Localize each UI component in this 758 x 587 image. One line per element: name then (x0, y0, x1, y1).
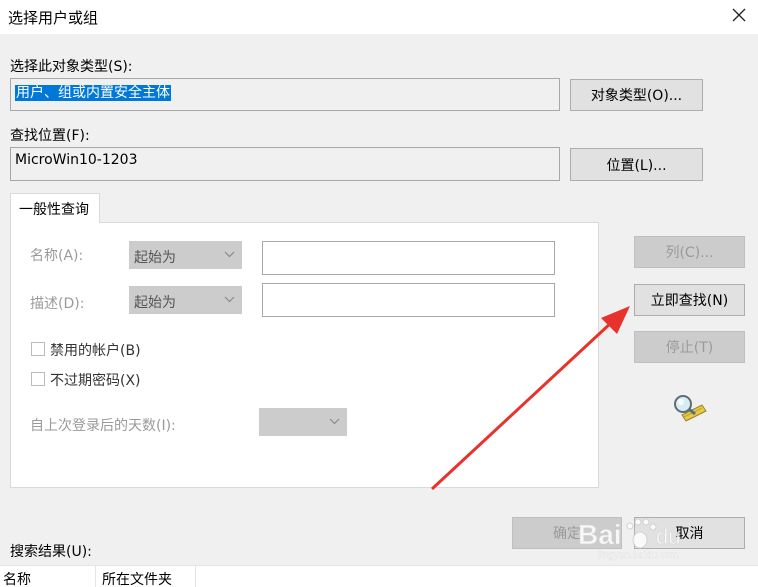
columns-button[interactable]: 列(C)... (634, 236, 745, 268)
name-label: 名称(A): (30, 248, 84, 264)
locations-button-label: 位置(L)... (606, 157, 667, 174)
description-label: 描述(D): (30, 296, 85, 312)
object-type-field[interactable]: 用户、组或内置安全主体 (10, 78, 560, 111)
name-mode-value: 起始为 (134, 250, 176, 266)
column-header-name[interactable]: 名称 (3, 569, 31, 587)
location-value: MicroWin10-1203 (15, 152, 138, 168)
locations-button[interactable]: 位置(L)... (570, 148, 703, 181)
find-now-button-label: 立即查找(N) (650, 293, 729, 309)
column-divider[interactable] (195, 566, 196, 587)
days-since-logon-label: 自上次登录后的天数(I): (30, 418, 176, 434)
columns-button-label: 列(C)... (665, 245, 714, 261)
non-expiring-password-label: 不过期密码(X) (50, 373, 141, 389)
tab-common-queries-label: 一般性查询 (19, 202, 89, 218)
search-people-icon (674, 395, 707, 422)
disabled-accounts-checkbox[interactable] (31, 342, 45, 356)
object-type-label: 选择此对象类型(S): (10, 59, 133, 75)
results-table-header: 名称 所在文件夹 (0, 565, 758, 587)
chevron-down-icon (329, 418, 340, 425)
location-label: 查找位置(F): (10, 128, 90, 144)
chevron-down-icon (224, 251, 235, 258)
find-now-button[interactable]: 立即查找(N) (634, 284, 745, 316)
chevron-down-icon (224, 296, 235, 303)
object-types-button-label: 对象类型(O)... (590, 88, 683, 104)
stop-button[interactable]: 停止(T) (634, 331, 745, 363)
name-mode-select[interactable]: 起始为 (129, 241, 242, 269)
watermark-brand: Bai (578, 519, 622, 550)
stop-button-label: 停止(T) (665, 340, 714, 356)
tab-common-queries[interactable]: 一般性查询 (10, 193, 100, 223)
title-bar: 选择用户或组 (0, 0, 758, 34)
description-mode-select[interactable]: 起始为 (129, 286, 242, 314)
column-divider[interactable] (95, 566, 96, 587)
description-mode-value: 起始为 (134, 295, 176, 311)
baidu-watermark: Bai du jingyan.baidu.com (578, 512, 718, 566)
close-button[interactable] (724, 0, 754, 30)
object-types-button[interactable]: 对象类型(O)... (570, 79, 703, 111)
days-since-logon-select[interactable] (259, 408, 347, 436)
watermark-brand-cn: du (656, 524, 680, 549)
baidu-paw-logo: Bai du jingyan.baidu.com (578, 518, 681, 561)
description-input[interactable] (262, 283, 555, 317)
object-type-value: 用户、组或内置安全主体 (15, 85, 171, 101)
location-field[interactable]: MicroWin10-1203 (10, 147, 560, 181)
column-header-folder[interactable]: 所在文件夹 (102, 569, 172, 587)
non-expiring-password-checkbox[interactable] (31, 372, 45, 386)
search-results-label: 搜索结果(U): (10, 544, 92, 560)
window-title: 选择用户或组 (8, 9, 99, 27)
ok-button-label: 确定 (553, 526, 581, 542)
close-icon (732, 8, 746, 22)
name-input[interactable] (262, 241, 555, 275)
disabled-accounts-label: 禁用的帐户(B) (50, 343, 141, 359)
watermark-url: jingyan.baidu.com (597, 550, 679, 561)
